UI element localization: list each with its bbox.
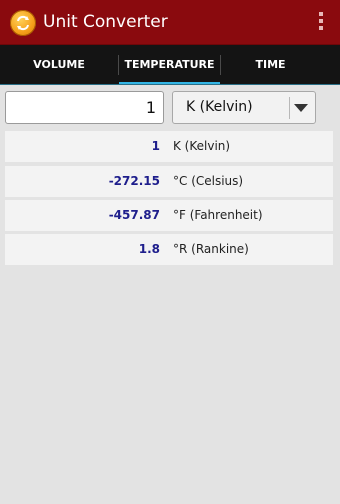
tab-temperature[interactable]: TEMPERATURE — [119, 45, 220, 85]
result-unit: °R (Rankine) — [173, 242, 249, 256]
tab-time[interactable]: TIME — [221, 45, 320, 85]
result-value: -457.87 — [108, 208, 160, 222]
unit-select[interactable]: K (Kelvin) — [172, 91, 316, 124]
overflow-menu-icon[interactable] — [318, 12, 324, 34]
result-row: 1 K (Kelvin) — [5, 131, 333, 162]
screen: Unit Converter VOLUME TEMPERATURE TIME 1… — [0, 0, 340, 504]
unit-select-label: K (Kelvin) — [186, 99, 253, 115]
app-title: Unit Converter — [43, 12, 168, 32]
result-unit: °C (Celsius) — [173, 174, 244, 188]
app-logo-icon — [10, 10, 36, 36]
tab-bar-underline — [0, 84, 340, 85]
tab-bar: VOLUME TEMPERATURE TIME — [0, 45, 340, 85]
result-unit: K (Kelvin) — [173, 139, 231, 153]
result-value: -272.15 — [108, 174, 160, 188]
chevron-down-icon[interactable] — [294, 104, 308, 112]
select-divider — [289, 97, 290, 119]
action-bar: Unit Converter — [0, 0, 340, 45]
result-row: -272.15 °C (Celsius) — [5, 166, 333, 197]
tab-volume[interactable]: VOLUME — [0, 45, 118, 85]
result-row: 1.8 °R (Rankine) — [5, 234, 333, 265]
result-row: -457.87 °F (Fahrenheit) — [5, 200, 333, 231]
result-value: 1.8 — [138, 242, 160, 256]
result-unit: °F (Fahrenheit) — [173, 208, 263, 222]
result-value: 1 — [151, 139, 160, 153]
value-input[interactable]: 1 — [5, 91, 164, 124]
